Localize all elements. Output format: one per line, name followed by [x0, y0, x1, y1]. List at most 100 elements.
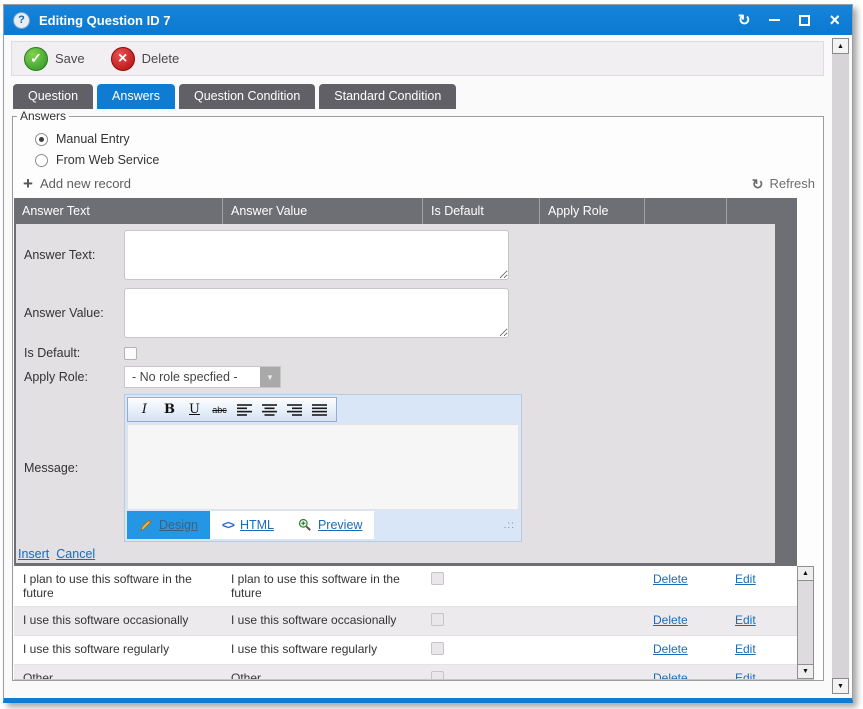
cell-answer-text: I use this software regularly [14, 636, 222, 664]
add-new-record-button[interactable]: + Add new record [23, 176, 131, 191]
rte-preview-label: Preview [318, 518, 362, 532]
tab-question[interactable]: Question [13, 84, 93, 109]
column-header-apply-role[interactable]: Apply Role [539, 198, 644, 224]
cell-apply-role [539, 665, 644, 679]
row-is-default-checkbox[interactable] [431, 613, 444, 626]
grid-scroll-down-button[interactable]: ▼ [797, 664, 814, 679]
strikethrough-icon[interactable]: abc [209, 400, 230, 419]
radio-from-web-service[interactable]: From Web Service [35, 153, 823, 167]
delete-button[interactable]: × Delete [111, 47, 180, 71]
row-is-default-checkbox[interactable] [431, 642, 444, 655]
row-is-default-checkbox[interactable] [431, 572, 444, 585]
cancel-link[interactable]: Cancel [56, 547, 95, 561]
radio-from-web-service-icon[interactable] [35, 154, 48, 167]
plus-icon: + [23, 177, 33, 191]
cell-apply-role [539, 636, 644, 664]
delete-x-icon: × [111, 47, 135, 71]
row-is-default-checkbox[interactable] [431, 671, 444, 679]
rte-content-area[interactable] [127, 424, 519, 510]
rte-format-toolbar: I B U abc [127, 397, 337, 422]
answer-value-input[interactable] [124, 288, 509, 338]
close-button[interactable]: × [829, 13, 840, 27]
rte-html-tab[interactable]: <> HTML [210, 511, 286, 539]
edit-form-panel: Answer Text: Answer Value: Is Default: [16, 224, 775, 563]
italic-icon[interactable]: I [134, 400, 155, 419]
window-scroll-up-button[interactable]: ▲ [832, 38, 849, 54]
tab-question-condition[interactable]: Question Condition [179, 84, 315, 109]
align-right-icon[interactable] [284, 400, 305, 419]
justify-icon[interactable] [309, 400, 330, 419]
grid-scrollbar-thumb[interactable] [797, 581, 814, 664]
table-row[interactable]: I use this software occasionally I use t… [14, 607, 797, 636]
message-label: Message: [24, 461, 124, 475]
row-delete-link[interactable]: Delete [653, 671, 688, 679]
radio-manual-entry[interactable]: Manual Entry [35, 132, 823, 146]
cell-answer-value: I use this software occasionally [222, 607, 422, 635]
magnifier-plus-icon [298, 518, 312, 532]
align-left-icon[interactable] [234, 400, 255, 419]
tab-answers[interactable]: Answers [97, 84, 175, 109]
cell-answer-text: I use this software occasionally [14, 607, 222, 635]
underline-icon[interactable]: U [184, 400, 205, 419]
action-toolbar: ✓ Save × Delete [11, 41, 824, 76]
client-area: ▲ ▼ ✓ Save × Delete Question Answers Que… [4, 35, 852, 698]
column-header-answer-value[interactable]: Answer Value [222, 198, 422, 224]
refresh-icon: ↻ [752, 177, 764, 191]
align-center-icon[interactable] [259, 400, 280, 419]
radio-manual-entry-icon[interactable] [35, 133, 48, 146]
grid-scrollbar[interactable]: ▲ ▼ [797, 566, 814, 679]
rte-preview-tab[interactable]: Preview [286, 511, 374, 539]
column-header-is-default[interactable]: Is Default [422, 198, 539, 224]
answers-groupbox-legend: Answers [17, 109, 69, 123]
table-row[interactable]: I use this software regularly I use this… [14, 636, 797, 665]
minimize-button[interactable] [769, 19, 780, 21]
rte-resize-grip[interactable]: .:: [504, 520, 519, 531]
row-delete-link[interactable]: Delete [653, 572, 688, 586]
row-delete-link[interactable]: Delete [653, 613, 688, 627]
refresh-button[interactable]: ↻ Refresh [752, 176, 815, 191]
cell-answer-text: I plan to use this software in the futur… [14, 566, 222, 606]
column-header-answer-text[interactable]: Answer Text [14, 198, 222, 224]
window-scrollbar[interactable]: ▲ ▼ [832, 38, 849, 694]
save-button[interactable]: ✓ Save [24, 47, 85, 71]
tab-standard-condition[interactable]: Standard Condition [319, 84, 456, 109]
apply-role-selected-value: - No role specfied - [125, 367, 260, 387]
column-header-empty-2 [726, 198, 797, 224]
window-scroll-down-button[interactable]: ▼ [832, 678, 849, 694]
window-refresh-icon[interactable]: ↻ [738, 13, 751, 28]
tab-strip: Question Answers Question Condition Stan… [13, 84, 824, 109]
row-edit-link[interactable]: Edit [735, 642, 756, 656]
insert-link[interactable]: Insert [18, 547, 49, 561]
bold-icon[interactable]: B [159, 400, 180, 419]
row-delete-link[interactable]: Delete [653, 642, 688, 656]
help-icon[interactable]: ? [13, 12, 30, 29]
radio-from-web-service-label: From Web Service [56, 153, 159, 167]
rte-html-label: HTML [240, 518, 274, 532]
row-edit-link[interactable]: Edit [735, 572, 756, 586]
row-edit-link[interactable]: Edit [735, 671, 756, 679]
radio-manual-entry-label: Manual Entry [56, 132, 130, 146]
cell-answer-value: I plan to use this software in the futur… [222, 566, 422, 606]
code-brackets-icon: <> [222, 518, 234, 532]
grid-rows-viewport: I plan to use this software in the futur… [14, 566, 797, 679]
table-row[interactable]: I plan to use this software in the futur… [14, 566, 797, 607]
grid-header-row: Answer Text Answer Value Is Default Appl… [14, 198, 797, 224]
rte-design-label: Design [159, 518, 198, 532]
answers-grid: Answer Text Answer Value Is Default Appl… [14, 198, 814, 680]
title-bar: ? Editing Question ID 7 ↻ × [4, 5, 852, 35]
row-edit-link[interactable]: Edit [735, 613, 756, 627]
save-button-label: Save [55, 51, 85, 66]
apply-role-dropdown[interactable]: - No role specfied - ▼ [124, 366, 281, 388]
window-title: Editing Question ID 7 [39, 13, 170, 28]
answer-value-label: Answer Value: [24, 306, 124, 320]
cell-apply-role [539, 566, 644, 606]
rte-design-tab[interactable]: Design [127, 511, 210, 539]
maximize-button[interactable] [799, 15, 810, 26]
answer-text-input[interactable] [124, 230, 509, 280]
grid-scroll-up-button[interactable]: ▲ [797, 566, 814, 581]
chevron-down-icon[interactable]: ▼ [260, 367, 280, 387]
table-row[interactable]: Other Other Delete Edit [14, 665, 797, 679]
pencil-icon [139, 518, 153, 532]
refresh-label: Refresh [769, 176, 815, 191]
is-default-checkbox[interactable] [124, 347, 137, 360]
